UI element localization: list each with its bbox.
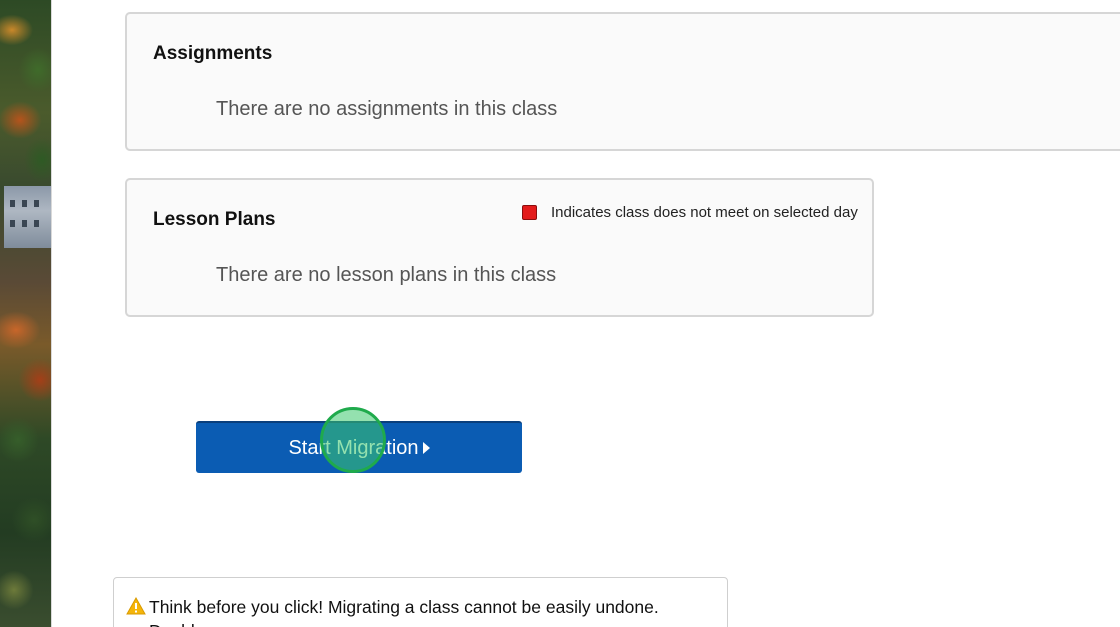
start-migration-label: Start Migration [288, 436, 419, 459]
legend-label: Indicates class does not meet on selecte… [551, 204, 858, 221]
red-square-icon [522, 205, 537, 220]
page: Assignments There are no assignments in … [0, 0, 1120, 627]
lesson-plans-card: Lesson Plans Indicates class does not me… [125, 178, 874, 317]
caret-right-icon [422, 442, 430, 454]
assignments-card: Assignments There are no assignments in … [125, 12, 1120, 151]
lesson-plans-empty-message: There are no lesson plans in this class [216, 264, 557, 286]
assignments-title: Assignments [153, 43, 273, 64]
background-photo [0, 0, 51, 627]
campus-building-image [4, 186, 51, 248]
migration-warning: Think before you click! Migrating a clas… [113, 577, 728, 627]
lesson-plans-title: Lesson Plans [153, 209, 276, 230]
no-meeting-legend: Indicates class does not meet on selecte… [522, 204, 858, 221]
content-divider [51, 0, 52, 627]
assignments-empty-message: There are no assignments in this class [216, 98, 558, 120]
start-migration-button[interactable]: Start Migration [196, 421, 522, 473]
warning-text: Think before you click! Migrating a clas… [149, 597, 659, 627]
warning-icon [126, 597, 146, 615]
